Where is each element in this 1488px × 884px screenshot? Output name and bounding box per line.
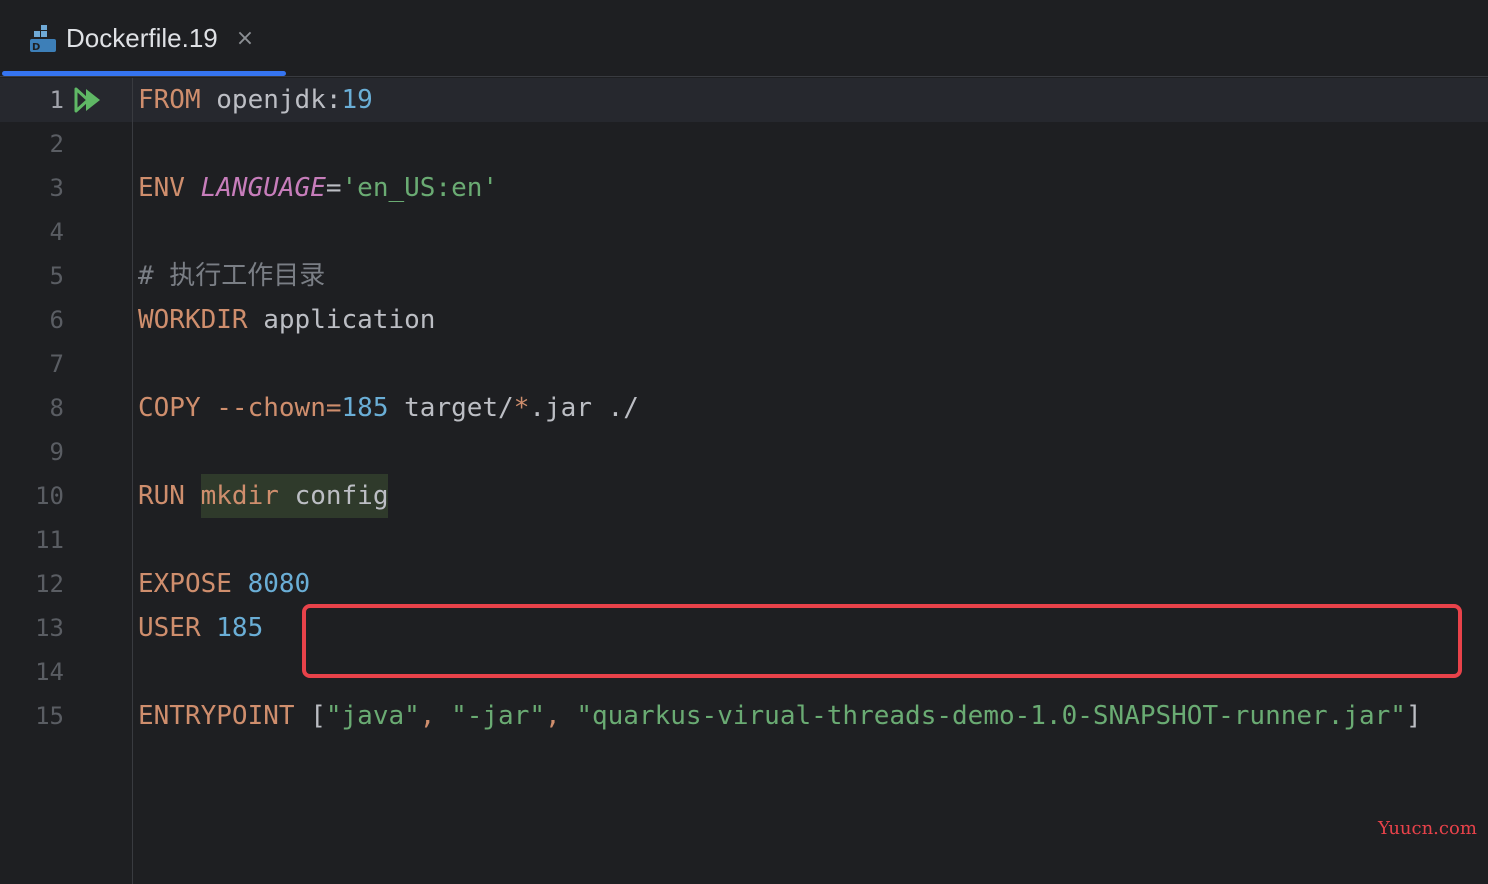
comment: # 执行工作目录	[138, 261, 326, 291]
flag: --chown=	[216, 393, 342, 423]
dockerfile-icon: D	[28, 24, 58, 53]
code-line-4: 4	[0, 210, 1488, 254]
shell-command: mkdir	[200, 481, 279, 511]
line-number: 3	[49, 174, 64, 202]
argument: config	[294, 481, 389, 511]
keyword: COPY	[138, 393, 201, 423]
line-number: 13	[35, 614, 64, 642]
line-number: 2	[49, 130, 64, 158]
code-line-15: 15 ENTRYPOINT ["java", "-jar", "quarkus-…	[0, 694, 1488, 738]
punctuation: :	[325, 85, 342, 115]
line-number: 12	[35, 570, 64, 598]
keyword: RUN	[138, 481, 185, 511]
editor-tab-bar: D Dockerfile.19 ×	[0, 0, 1488, 77]
env-value: 'en_US:en'	[341, 173, 499, 203]
shell-command-highlight: mkdir config	[200, 474, 389, 518]
env-name: LANGUAGE	[200, 173, 326, 203]
code-text: FROM openjdk:19	[138, 78, 373, 122]
code-line-10: 10 RUN mkdir config	[0, 474, 1488, 518]
line-number: 11	[35, 526, 64, 554]
close-icon[interactable]: ×	[236, 26, 254, 51]
annotation-highlight-box	[302, 604, 1462, 678]
svg-text:D: D	[32, 42, 40, 53]
string-arg: "-jar"	[451, 701, 546, 731]
code-line-2: 2	[0, 122, 1488, 166]
argument: application	[263, 305, 436, 335]
line-number: 15	[35, 702, 64, 730]
image-tag: 19	[341, 85, 373, 115]
active-tab-indicator	[2, 71, 286, 76]
line-number: 10	[35, 482, 64, 510]
code-line-1: 1 FROM openjdk:19	[0, 78, 1488, 122]
separator: ,	[419, 701, 452, 731]
bracket: ]	[1405, 701, 1422, 731]
source-dest: .jar ./	[529, 393, 639, 423]
line-number: 7	[49, 350, 64, 378]
watermark: Yuucn.com	[1378, 818, 1477, 839]
code-editor[interactable]: 1 FROM openjdk:19 2 3 ENV LANGUAGE='en_U…	[0, 78, 1488, 884]
code-line-7: 7	[0, 342, 1488, 386]
keyword: USER	[138, 613, 201, 643]
punctuation: =	[325, 173, 342, 203]
line-number: 8	[49, 394, 64, 422]
wildcard: *	[513, 393, 530, 423]
code-text: ENV LANGUAGE='en_US:en'	[138, 166, 498, 210]
code-text: ENTRYPOINT ["java", "-jar", "quarkus-vir…	[138, 694, 1422, 738]
port-value: 8080	[247, 569, 311, 599]
line-number: 6	[49, 306, 64, 334]
run-icon[interactable]	[74, 87, 104, 113]
code-text: EXPOSE 8080	[138, 562, 310, 606]
code-line-8: 8 COPY --chown=185 target/*.jar ./	[0, 386, 1488, 430]
keyword: WORKDIR	[138, 305, 248, 335]
uid-value: 185	[341, 393, 389, 423]
code-text: WORKDIR application	[138, 298, 435, 342]
line-number: 5	[49, 262, 64, 290]
keyword: ENTRYPOINT	[138, 701, 295, 731]
code-text: RUN mkdir config	[138, 474, 389, 518]
line-number: 9	[49, 438, 64, 466]
code-line-11: 11	[0, 518, 1488, 562]
line-number: 4	[49, 218, 64, 246]
code-text: USER 185	[138, 606, 263, 650]
keyword: EXPOSE	[138, 569, 232, 599]
code-line-6: 6 WORKDIR application	[0, 298, 1488, 342]
line-number: 1	[49, 86, 64, 114]
bracket: [	[310, 701, 326, 731]
string-arg: "java"	[325, 701, 420, 731]
code-text: COPY --chown=185 target/*.jar ./	[138, 386, 639, 430]
code-line-3: 3 ENV LANGUAGE='en_US:en'	[0, 166, 1488, 210]
keyword: ENV	[138, 173, 185, 203]
string-arg: "quarkus-virual-threads-demo-1.0-SNAPSHO…	[576, 701, 1406, 731]
keyword: FROM	[138, 85, 201, 115]
line-number: 14	[35, 658, 64, 686]
image-name: openjdk	[216, 85, 326, 115]
code-line-5: 5 # 执行工作目录	[0, 254, 1488, 298]
uid-value: 185	[216, 613, 264, 643]
code-line-9: 9	[0, 430, 1488, 474]
code-line-12: 12 EXPOSE 8080	[0, 562, 1488, 606]
source-path: target/	[404, 393, 514, 423]
separator: ,	[545, 701, 577, 731]
tab-dockerfile[interactable]: D Dockerfile.19 ×	[0, 0, 288, 77]
tab-title: Dockerfile.19	[66, 23, 218, 53]
